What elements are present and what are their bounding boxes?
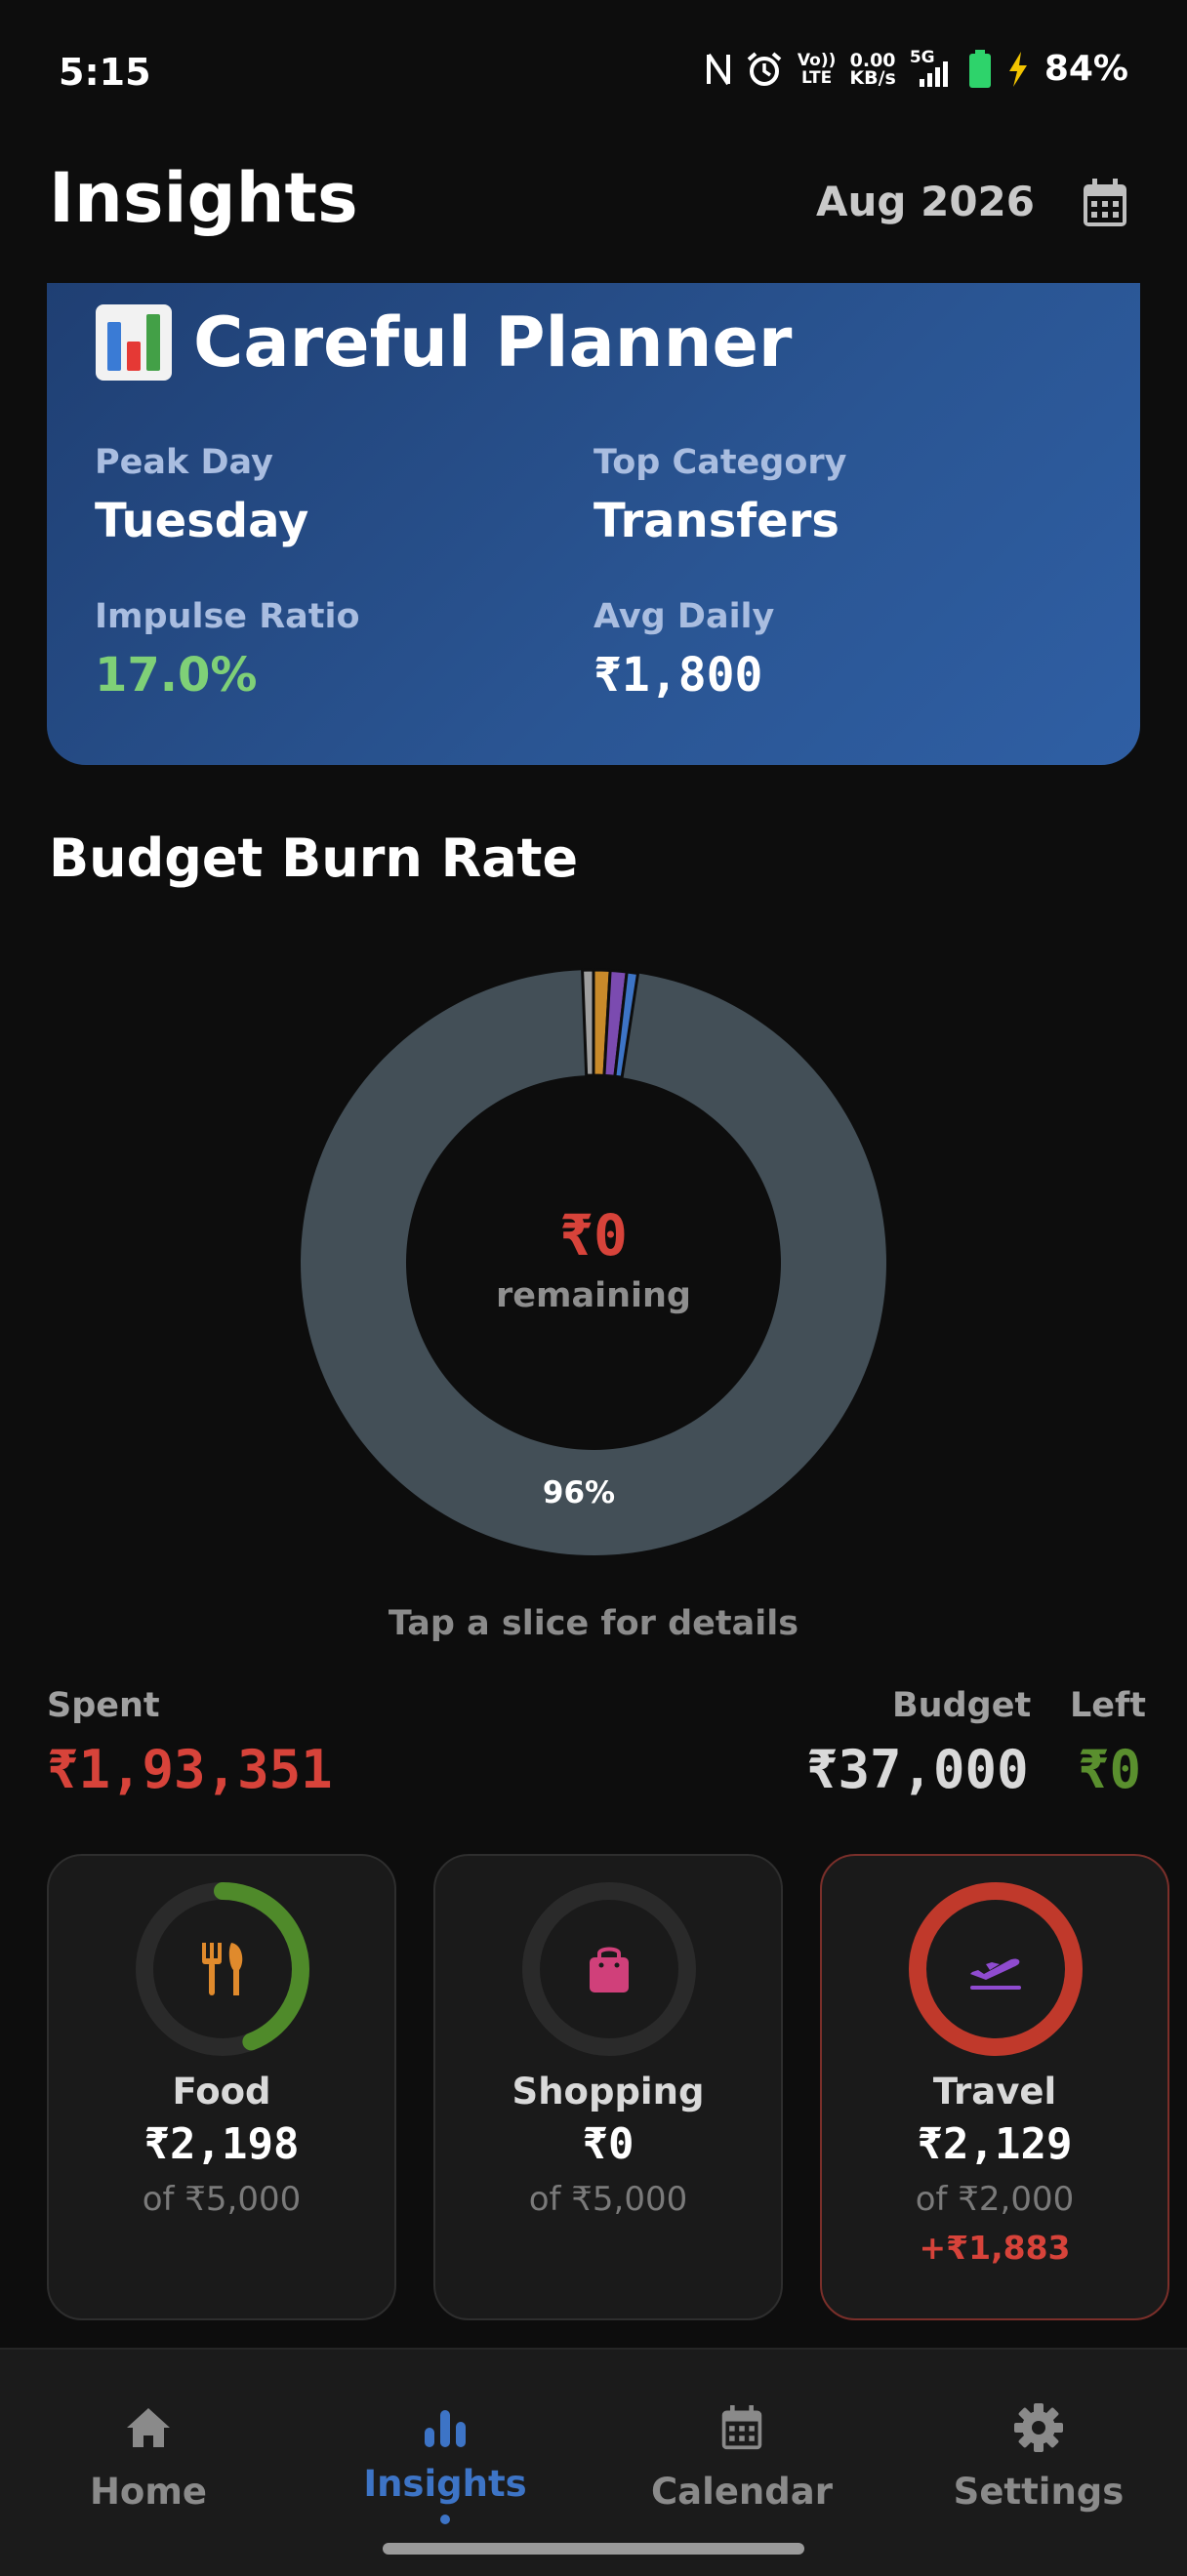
nav-item-calendar[interactable]: Calendar (594, 2398, 890, 2513)
bottom-navigation: Home Insights Calendar Settings (0, 2348, 1187, 2576)
gesture-bar (383, 2543, 804, 2555)
donut-hint: Tap a slice for details (388, 1604, 799, 1643)
section-title-burn-rate: Budget Burn Rate (49, 827, 579, 889)
category-card-shopping[interactable]: Shopping ₹0 of ₹5,000 (433, 1854, 783, 2320)
spent-label: Spent (47, 1686, 160, 1725)
slice-percent-label: 96% (542, 1475, 616, 1510)
page-title: Insights (49, 158, 358, 238)
flight-takeoff-icon (961, 1934, 1031, 2004)
status-time: 5:15 (59, 51, 151, 94)
signal-icon: 5G (910, 48, 955, 89)
nav-item-home[interactable]: Home (0, 2398, 297, 2513)
left-label: Left (1070, 1686, 1146, 1725)
nav-item-settings[interactable]: Settings (890, 2398, 1187, 2513)
category-card-travel[interactable]: Travel ₹2,129 of ₹2,000 +₹1,883 (820, 1854, 1169, 2320)
month-selector[interactable]: Aug 2026 (816, 178, 1035, 225)
charging-icon (1008, 51, 1027, 87)
nfc-icon (706, 53, 730, 85)
restaurant-icon (187, 1934, 258, 2004)
status-icons: Vo)) LTE 0.00 KB/s 5G 84% (706, 48, 1128, 89)
insights-icon (416, 2398, 474, 2457)
shopping-bag-icon (574, 1934, 644, 2004)
over-budget-amount: +₹1,883 (919, 2229, 1071, 2267)
battery-icon (968, 49, 991, 88)
settings-icon (1009, 2398, 1068, 2457)
donut-center: ₹0 remaining (299, 1202, 888, 1315)
nav-item-insights[interactable]: Insights (297, 2398, 594, 2524)
stat-peak-day: Peak Day Tuesday (95, 443, 309, 548)
remaining-amount: ₹0 (559, 1202, 628, 1268)
alarm-icon (747, 51, 782, 86)
burn-rate-donut[interactable]: ₹0 remaining 96% (299, 968, 888, 1557)
budget-value: ₹37,000 (806, 1739, 1029, 1800)
battery-percent: 84% (1044, 49, 1128, 89)
stat-top-category: Top Category Transfers (594, 443, 847, 548)
calendar-icon (713, 2398, 771, 2457)
calendar-icon (1084, 179, 1126, 226)
home-icon (119, 2398, 178, 2457)
active-indicator (440, 2515, 450, 2524)
category-card-food[interactable]: Food ₹2,198 of ₹5,000 (47, 1854, 396, 2320)
bar-chart-icon (96, 304, 172, 381)
spent-value: ₹1,93,351 (47, 1739, 333, 1800)
stat-impulse-ratio: Impulse Ratio 17.0% (95, 597, 360, 703)
remaining-label: remaining (496, 1276, 691, 1315)
volte-indicator: Vo)) LTE (797, 50, 837, 88)
calendar-picker-button[interactable] (1074, 172, 1136, 234)
status-bar: 5:15 Vo)) LTE 0.00 KB/s 5G 84% (0, 0, 1187, 146)
spending-persona-card: Careful Planner Peak Day Tuesday Top Cat… (47, 283, 1140, 765)
network-speed: 0.00 KB/s (849, 49, 896, 89)
left-value: ₹0 (1078, 1739, 1142, 1800)
budget-label: Budget (892, 1686, 1032, 1725)
stat-avg-daily: Avg Daily ₹1,800 (594, 597, 775, 703)
persona-title: Careful Planner (96, 302, 792, 382)
